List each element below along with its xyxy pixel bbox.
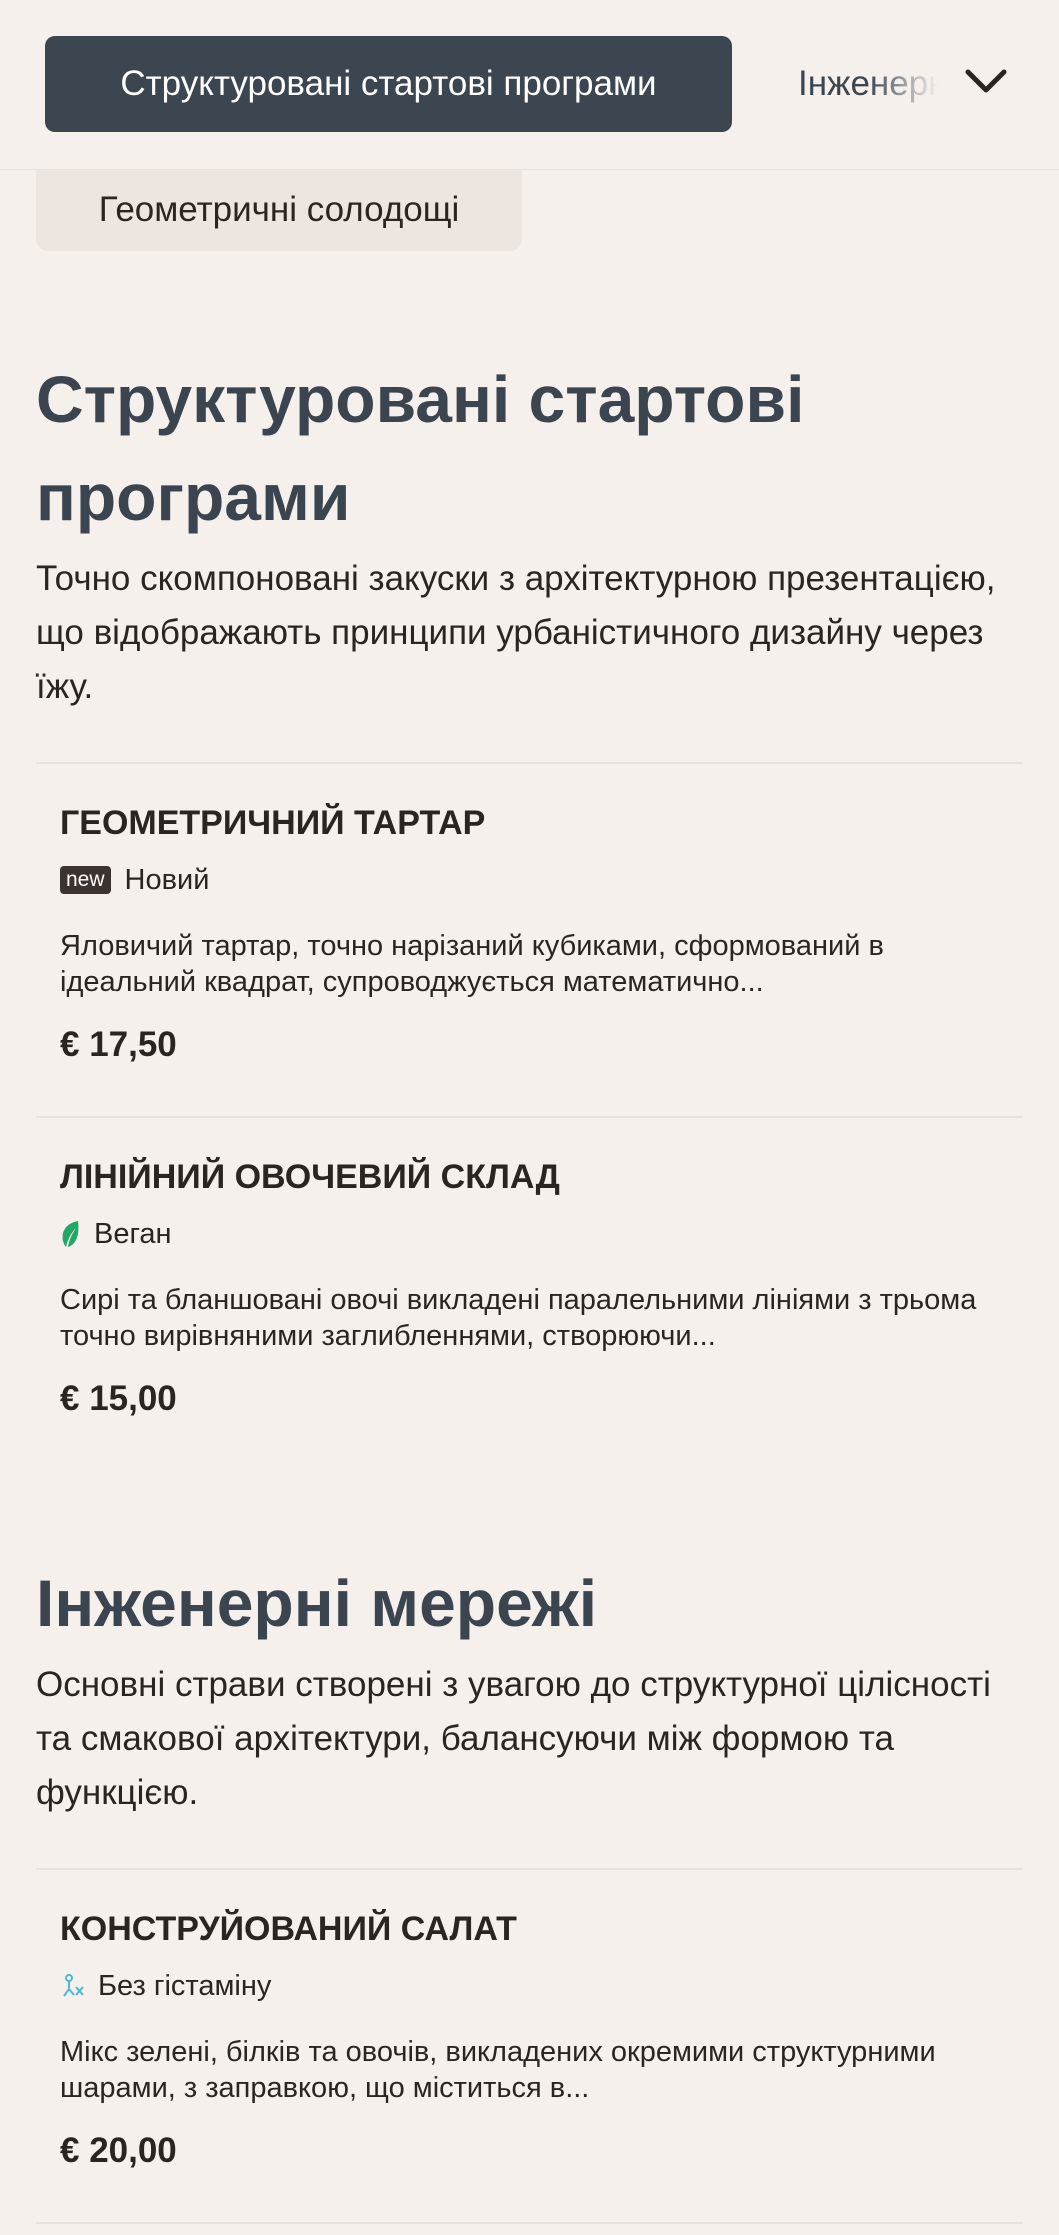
menu-item-description: Сирі та бланшовані овочі викладені парал… <box>60 1284 977 1352</box>
menu-item-tag: Без гістаміну <box>60 1966 1010 2006</box>
menu-item[interactable]: ГЕОМЕТРИЧНИЙ ТАРТАР new Новий Яловичий т… <box>60 802 1010 1068</box>
tab-structured-starters[interactable]: Структуровані стартові програми <box>45 36 732 132</box>
divider <box>36 1868 1023 1870</box>
menu-item-description: Мікс зелені, білків та овочів, викладени… <box>60 2036 936 2104</box>
tag-label: Новий <box>124 863 210 896</box>
menu-item[interactable]: КОНСТРУЙОВАНИЙ САЛАТ Без гістаміну Мікс … <box>60 1908 1010 2174</box>
category-chip-geometric-sweets[interactable]: Геометричні солодощі <box>36 168 522 251</box>
menu-item-name: КОНСТРУЙОВАНИЙ САЛАТ <box>60 1910 517 1948</box>
menu-item-price: € 15,00 <box>60 1379 177 1418</box>
tag-label: Веган <box>94 1217 172 1250</box>
tag-label: Без гістаміну <box>98 1969 272 2002</box>
menu-item-description: Яловичий тартар, точно нарізаний кубикам… <box>60 930 884 998</box>
section-description: Точно скомпоновані закуски з архітектурн… <box>36 559 996 706</box>
histamine-free-icon <box>63 1974 84 1997</box>
menu-item-price: € 20,00 <box>60 2131 177 2170</box>
menu-item[interactable]: ЛІНІЙНИЙ ОВОЧЕВИЙ СКЛАД Веган Сирі та бл… <box>60 1156 1010 1422</box>
menu-item-tag: new Новий <box>60 860 1010 900</box>
section-description: Основні страви створені з увагою до стру… <box>36 1665 991 1812</box>
divider <box>36 1116 1023 1118</box>
divider <box>36 762 1023 764</box>
new-badge: new <box>60 866 111 894</box>
tab-engineered-networks[interactable]: Інженерні мережі <box>798 36 938 132</box>
section-title: Інженерні мережі <box>36 1566 598 1640</box>
chevron-down-icon[interactable] <box>962 62 1010 102</box>
menu-item-name: ГЕОМЕТРИЧНИЙ ТАРТАР <box>60 804 486 842</box>
category-nav: Структуровані стартові програми Інженерн… <box>0 0 1059 170</box>
leaf-icon <box>62 1221 79 1247</box>
section-title: Структуровані стартові програми <box>36 362 805 534</box>
menu-item-name: ЛІНІЙНИЙ ОВОЧЕВИЙ СКЛАД <box>60 1158 560 1196</box>
menu-item-tag: Веган <box>60 1214 1010 1254</box>
divider <box>36 2222 1023 2224</box>
menu-item-price: € 17,50 <box>60 1025 177 1064</box>
